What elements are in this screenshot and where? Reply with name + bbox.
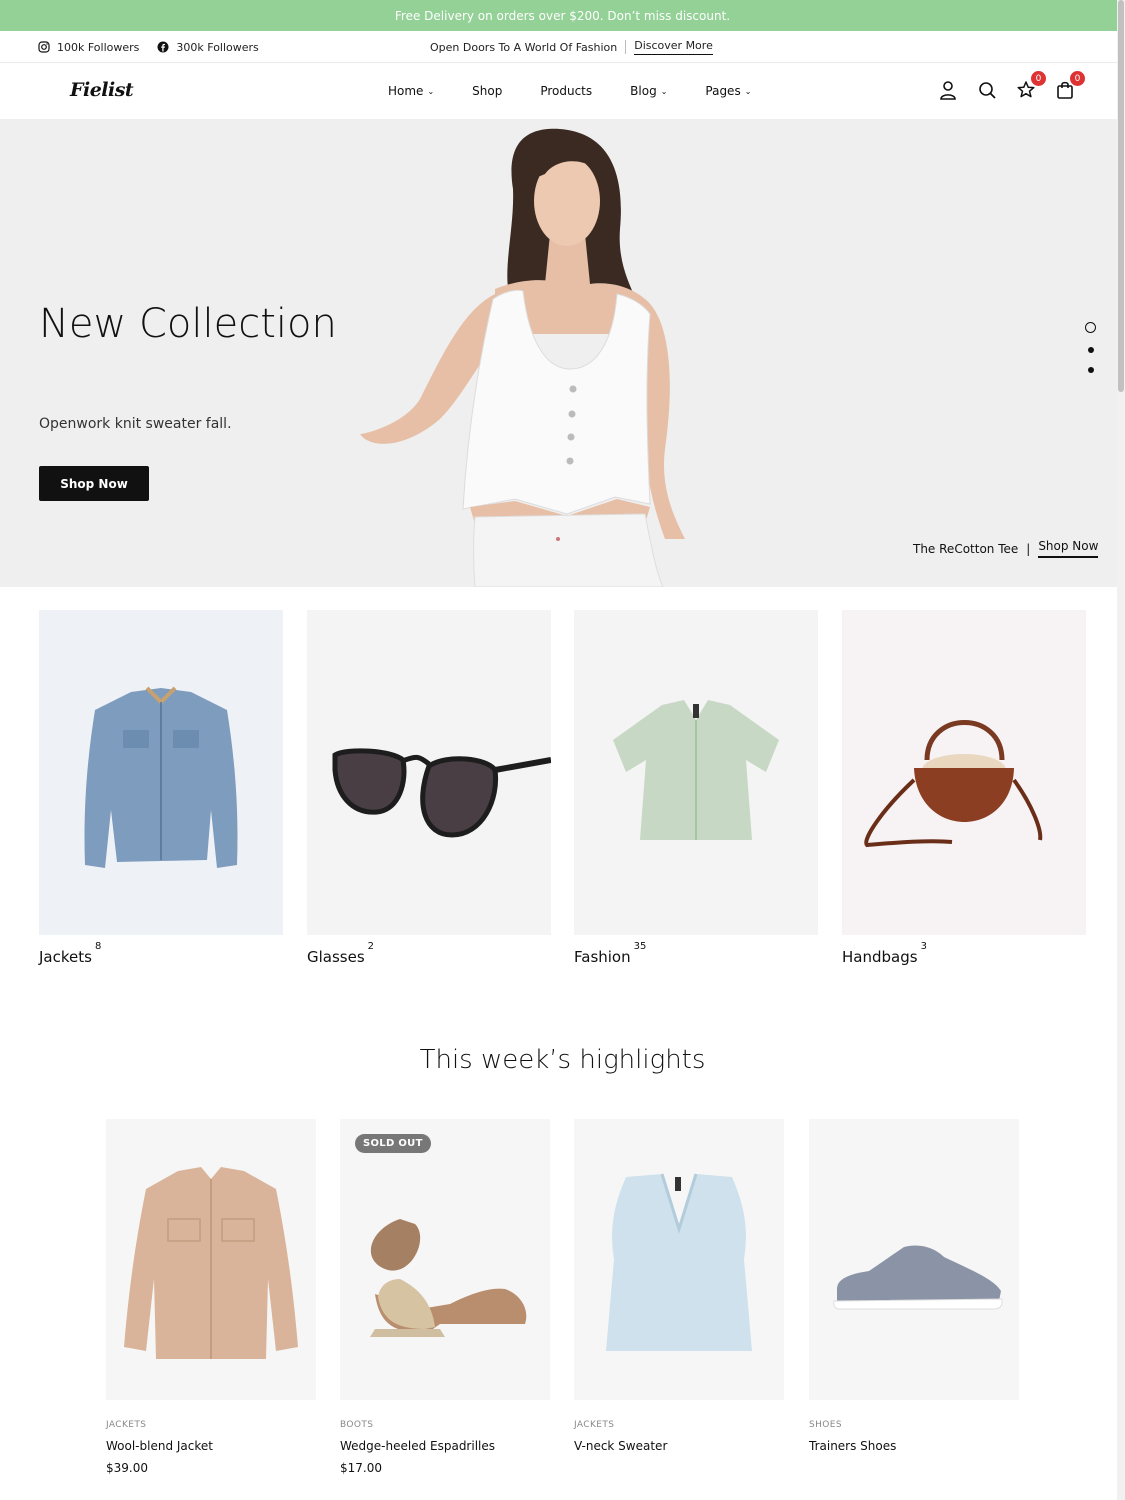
product-image [106, 1119, 316, 1400]
instagram-followers: 100k Followers [57, 40, 140, 54]
category-name: Fashion [574, 948, 631, 966]
hero-subtitle: Openwork knit sweater fall. [39, 416, 232, 432]
announcement-bar: Free Delivery on orders over $200. Don’t… [0, 0, 1125, 31]
category-label: Handbags3 [842, 941, 927, 966]
category-name: Handbags [842, 948, 918, 966]
top-info-bar: 100k Followers 300k Followers Open Doors… [0, 31, 1125, 63]
facebook-icon [157, 41, 169, 53]
social-links: 100k Followers 300k Followers [38, 31, 259, 63]
hero-slider: New Collection Openwork knit sweater fal… [0, 119, 1125, 587]
search-button[interactable] [977, 79, 997, 101]
product-card[interactable]: JACKETS Wool-blend Jacket $39.00 [106, 1119, 316, 1475]
jacket-image [39, 610, 283, 935]
product-name[interactable]: Wool-blend Jacket [106, 1439, 213, 1453]
sunglasses-image [307, 610, 552, 935]
product-price: $17.00 [340, 1461, 382, 1475]
chevron-down-icon: ⌄ [427, 86, 435, 96]
scrollbar-thumb[interactable] [1118, 0, 1124, 392]
page-scrollbar[interactable] [1117, 0, 1125, 1500]
category-label: Glasses2 [307, 941, 374, 966]
main-nav: Home ⌄ Shop Products Blog ⌄ Pages ⌄ [388, 63, 789, 119]
site-logo[interactable]: Fielist [70, 79, 134, 101]
nav-pages-label: Pages [705, 84, 741, 98]
category-count: 2 [367, 941, 375, 952]
category-card-fashion[interactable]: Fashion35 [574, 610, 818, 966]
chevron-down-icon: ⌄ [744, 86, 752, 96]
nav-home-label: Home [388, 84, 424, 98]
product-category: BOOTS [340, 1420, 374, 1430]
promo-strip: Open Doors To A World Of Fashion Discove… [430, 31, 713, 63]
product-category: JACKETS [106, 1420, 147, 1430]
product-category: JACKETS [574, 1420, 615, 1430]
hero-title: New Collection [39, 301, 337, 347]
instagram-link[interactable]: 100k Followers [38, 41, 139, 54]
promo-divider [625, 40, 627, 54]
category-count: 35 [633, 941, 647, 952]
category-label: Fashion35 [574, 941, 646, 966]
hero-shop-now-button[interactable]: Shop Now [39, 466, 149, 501]
slider-dot-2[interactable] [1087, 347, 1094, 353]
category-name: Glasses [307, 948, 365, 966]
nav-blog-label: Blog [630, 84, 657, 98]
facebook-followers: 300k Followers [176, 40, 259, 54]
product-card[interactable]: JACKETS V-neck Sweater [574, 1119, 784, 1453]
slider-dot-1[interactable] [1085, 322, 1096, 333]
category-card-glasses[interactable]: Glasses2 [307, 610, 552, 966]
hero-caption-text: The ReCotton Tee [913, 541, 1019, 556]
category-label: Jackets8 [39, 941, 101, 966]
sold-out-badge: SOLD OUT [355, 1134, 431, 1153]
nav-blog[interactable]: Blog ⌄ [630, 84, 667, 98]
hero-caption: The ReCotton Tee | Shop Now [913, 539, 1099, 558]
category-card-jackets[interactable]: Jackets8 [39, 610, 283, 966]
product-name[interactable]: Trainers Shoes [809, 1439, 896, 1453]
product-card[interactable]: SHOES Trainers Shoes [809, 1119, 1019, 1453]
announcement-text: Free Delivery on orders over $200. Don’t… [394, 8, 731, 23]
slider-pagination [1085, 322, 1096, 373]
facebook-link[interactable]: 300k Followers [157, 40, 259, 54]
product-price: $39.00 [106, 1461, 148, 1475]
nav-pages[interactable]: Pages ⌄ [705, 84, 751, 98]
user-icon [940, 81, 956, 100]
cart-button[interactable]: 0 [1055, 71, 1085, 101]
nav-shop[interactable]: Shop [472, 84, 502, 98]
product-card[interactable]: SOLD OUT BOOTS Wedge-heeled Espadrilles … [340, 1119, 550, 1475]
top-image [574, 610, 818, 935]
hero-caption-shop-link[interactable]: Shop Now [1038, 539, 1099, 558]
header-actions: 0 0 [938, 71, 1085, 101]
instagram-icon [38, 41, 50, 53]
main-header: Fielist Home ⌄ Shop Products Blog ⌄ Page… [0, 63, 1125, 119]
product-name[interactable]: Wedge-heeled Espadrilles [340, 1439, 495, 1453]
product-name[interactable]: V-neck Sweater [574, 1439, 667, 1453]
product-image [809, 1119, 1019, 1400]
wishlist-button[interactable]: 0 [1016, 71, 1046, 101]
handbag-image [842, 610, 1086, 935]
nav-products[interactable]: Products [540, 84, 592, 98]
slider-dot-3[interactable] [1087, 367, 1094, 373]
promo-text: Open Doors To A World Of Fashion [430, 40, 618, 54]
category-name: Jackets [39, 948, 92, 966]
chevron-down-icon: ⌄ [660, 86, 668, 96]
nav-shop-label: Shop [472, 84, 503, 98]
hero-caption-separator: | [1026, 541, 1031, 556]
account-button[interactable] [938, 79, 958, 101]
category-count: 8 [94, 941, 102, 952]
wishlist-count-badge: 0 [1031, 71, 1046, 86]
product-category: SHOES [809, 1420, 842, 1430]
category-card-handbags[interactable]: Handbags3 [842, 610, 1086, 966]
discover-more-link[interactable]: Discover More [634, 39, 713, 55]
hero-model-image [360, 128, 685, 587]
nav-home[interactable]: Home ⌄ [388, 84, 434, 98]
nav-products-label: Products [540, 84, 593, 98]
product-image [574, 1119, 784, 1400]
highlights-title: This week’s highlights [419, 1045, 706, 1075]
product-image [340, 1119, 550, 1400]
cart-count-badge: 0 [1070, 71, 1085, 86]
search-icon [979, 82, 996, 99]
category-count: 3 [920, 941, 927, 952]
